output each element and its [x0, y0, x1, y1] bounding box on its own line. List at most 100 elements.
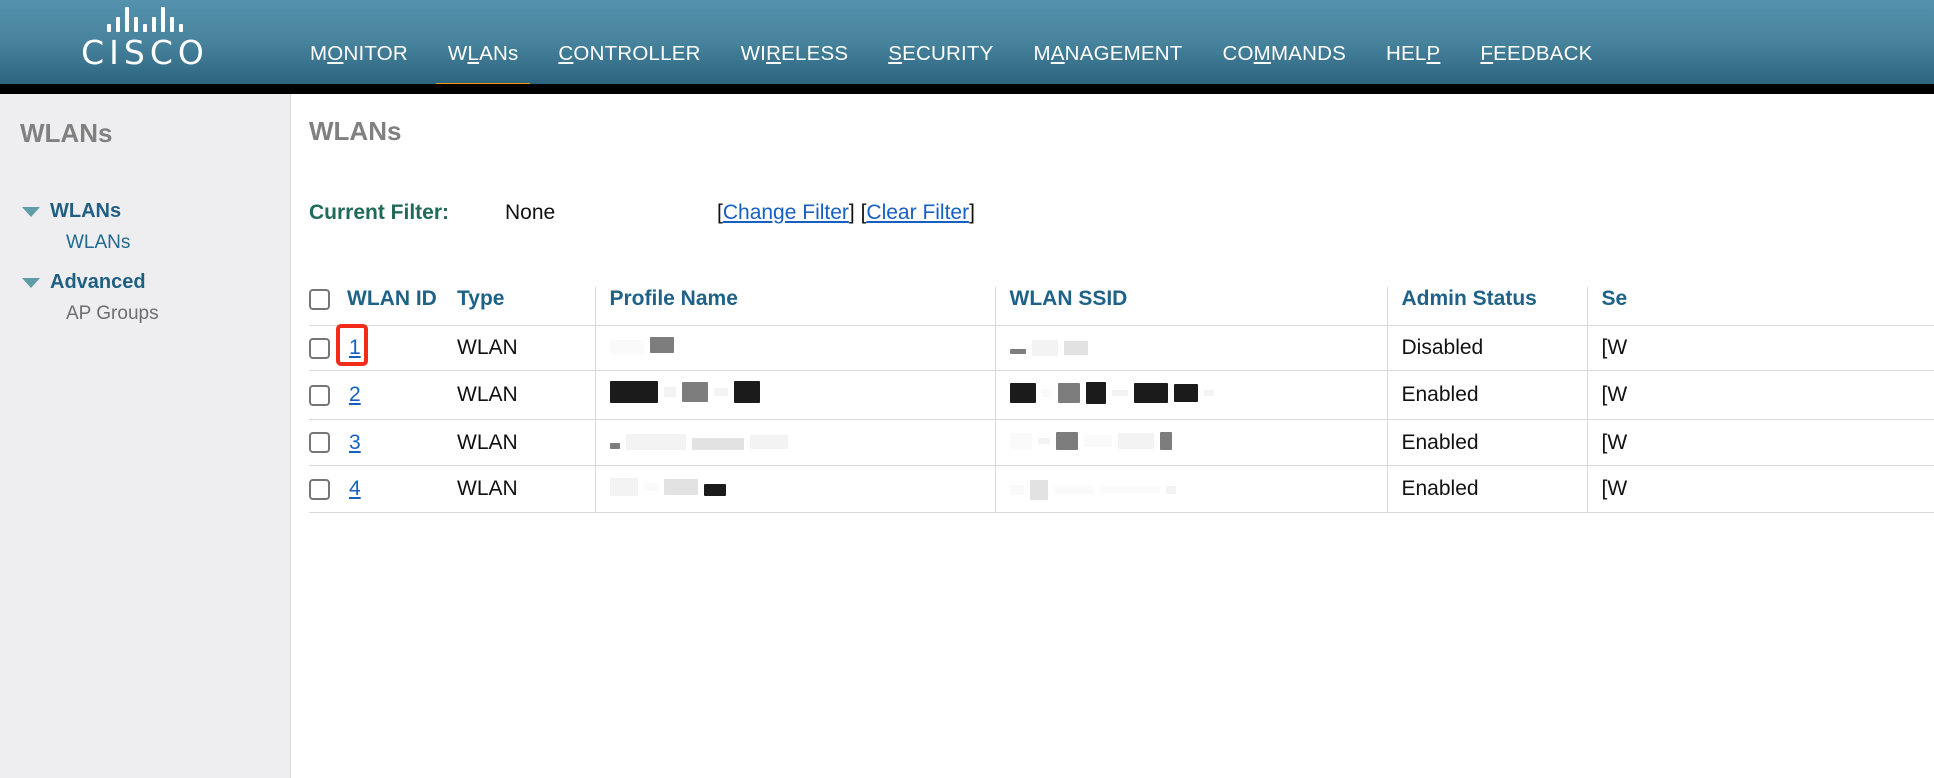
- sidebar-group-label: WLANs: [50, 200, 122, 222]
- main-navigation: MONITOR WLANs CONTROLLER WIRELESS SECURITY MA…: [290, 0, 1613, 84]
- current-filter-value: None: [505, 201, 556, 224]
- cell-security-policies: [W: [1586, 370, 1934, 420]
- page-body: WLANs WLANs WLANs Advanced AP Groups WLANs …: [0, 94, 1934, 778]
- cell-profile-name: [594, 419, 995, 466]
- column-header-admin-status[interactable]: Admin Status: [1387, 287, 1587, 326]
- cisco-bridge-icon: [107, 6, 183, 32]
- nav-item-controller[interactable]: CONTROLLER: [538, 42, 720, 84]
- sidebar-nav-list: WLANs WLANs Advanced AP Groups: [0, 195, 290, 329]
- sidebar-item-wlans[interactable]: WLANs: [0, 228, 290, 258]
- table-row: 1 WLAN Disabled [W: [309, 324, 1934, 371]
- row-checkbox[interactable]: [309, 384, 330, 406]
- wlan-id-link[interactable]: 4: [349, 477, 361, 500]
- nav-item-help[interactable]: HELP: [1366, 42, 1460, 84]
- cell-wlan-id: 2: [347, 370, 457, 420]
- sidebar-group-label: Advanced: [50, 271, 146, 293]
- cell-profile-name: [594, 465, 995, 513]
- sidebar-item-ap-groups[interactable]: AP Groups: [0, 299, 290, 329]
- column-header-type[interactable]: Type: [457, 287, 595, 326]
- row-checkbox[interactable]: [309, 337, 330, 359]
- select-all-header: [309, 287, 347, 326]
- redacted-value: [609, 336, 674, 358]
- table-row: 4 WLAN Enabled [W: [309, 465, 1934, 513]
- cell-admin-status: Disabled: [1386, 325, 1587, 371]
- row-checkbox[interactable]: [309, 478, 330, 500]
- cell-security-policies: [W: [1586, 419, 1934, 466]
- cisco-logo[interactable]: CISCO: [0, 0, 290, 69]
- wlan-id-highlight-annotation: 1: [336, 324, 368, 366]
- sidebar-group-header-advanced[interactable]: Advanced: [0, 266, 290, 299]
- content-area: WLANs Current Filter: None [Change Filte…: [291, 94, 1934, 778]
- wlan-id-link[interactable]: 3: [349, 431, 361, 454]
- cell-type: WLAN: [457, 370, 595, 420]
- row-select-cell: [309, 370, 347, 420]
- nav-item-wireless[interactable]: WIRELESS: [721, 42, 869, 84]
- column-header-profile-name[interactable]: Profile Name: [595, 287, 995, 326]
- table-row: 3 WLAN Enabled [W: [309, 419, 1934, 466]
- nav-item-wlans[interactable]: WLANs: [428, 42, 539, 84]
- cell-security-policies: [W: [1586, 325, 1934, 371]
- wlan-table: WLAN ID Type Profile Name WLAN SSID Admi…: [309, 287, 1934, 513]
- wlan-table-head: WLAN ID Type Profile Name WLAN SSID Admi…: [309, 287, 1934, 326]
- cell-wlan-ssid: [994, 370, 1387, 420]
- row-select-cell: [309, 419, 347, 466]
- header-divider: [0, 84, 1934, 94]
- nav-item-monitor[interactable]: MONITOR: [290, 42, 428, 84]
- cell-wlan-id: 4: [347, 465, 457, 513]
- nav-item-security[interactable]: SECURITY: [868, 42, 1013, 84]
- wlan-table-header-row: WLAN ID Type Profile Name WLAN SSID Admi…: [309, 287, 1934, 326]
- sidebar: WLANs WLANs WLANs Advanced AP Groups: [0, 94, 291, 778]
- cell-wlan-ssid: [994, 419, 1387, 466]
- wlan-id-wrapper: 2: [347, 383, 363, 407]
- cell-profile-name: [594, 325, 995, 371]
- nav-item-commands[interactable]: COMMANDS: [1203, 42, 1367, 84]
- redacted-value: [609, 476, 726, 498]
- cell-security-policies: [W: [1586, 465, 1934, 513]
- cell-admin-status: Enabled: [1386, 465, 1587, 513]
- caret-down-icon[interactable]: [22, 206, 40, 217]
- redacted-value: [609, 381, 760, 403]
- current-filter-label: Current Filter:: [309, 201, 450, 224]
- page-title: WLANs: [309, 116, 402, 146]
- redacted-value: [1009, 337, 1088, 359]
- cell-admin-status: Enabled: [1386, 370, 1587, 420]
- wlan-table-body: 1 WLAN Disabled [W 2 WLAN Enabled [W 3 WLAN Enable…: [309, 324, 1934, 513]
- wlan-id-wrapper: 3: [347, 431, 363, 455]
- current-filter-row: Current Filter: None [Change Filter] [Cl…: [309, 201, 1934, 225]
- redacted-value: [609, 431, 788, 453]
- cell-profile-name: [594, 370, 995, 420]
- sidebar-group-header-wlans[interactable]: WLANs: [0, 195, 290, 228]
- bracket-close: ]: [969, 201, 975, 224]
- column-header-wlan-id[interactable]: WLAN ID: [347, 287, 457, 326]
- column-header-wlan-ssid[interactable]: WLAN SSID: [995, 287, 1387, 326]
- row-select-cell: [309, 465, 347, 513]
- clear-filter-link[interactable]: Clear Filter: [866, 201, 969, 224]
- cell-wlan-id: 1: [336, 324, 457, 371]
- redacted-value: [1009, 381, 1214, 404]
- sidebar-group-wlans: WLANs WLANs: [0, 195, 290, 258]
- cell-wlan-ssid: [994, 325, 1387, 371]
- row-checkbox[interactable]: [309, 432, 330, 454]
- cell-type: WLAN: [457, 465, 595, 513]
- nav-item-feedback[interactable]: FEEDBACK: [1460, 42, 1612, 84]
- wlan-id-link[interactable]: 2: [349, 383, 361, 406]
- filter-actions: [Change Filter] [Clear Filter]: [717, 201, 975, 225]
- change-filter-link[interactable]: Change Filter: [723, 201, 849, 224]
- wlan-id-wrapper: 4: [347, 477, 363, 501]
- caret-down-icon[interactable]: [22, 277, 40, 288]
- cell-type: WLAN: [457, 325, 595, 371]
- column-header-security-policies[interactable]: Se: [1587, 287, 1934, 326]
- row-select-cell: [309, 325, 347, 371]
- sidebar-group-advanced: Advanced AP Groups: [0, 266, 290, 329]
- cell-admin-status: Enabled: [1386, 419, 1587, 466]
- cell-wlan-id: 3: [347, 419, 457, 466]
- wlan-id-link[interactable]: 1: [349, 336, 361, 359]
- select-all-checkbox[interactable]: [309, 288, 330, 310]
- nav-item-management[interactable]: MANAGEMENT: [1014, 42, 1203, 84]
- top-header-bar: CISCO MONITOR WLANs CONTROLLER WIRELESS SECU…: [0, 0, 1934, 84]
- bracket-mid: ] [: [848, 201, 867, 224]
- redacted-value: [1009, 479, 1176, 501]
- redacted-value: [1009, 430, 1172, 452]
- cell-type: WLAN: [457, 419, 595, 466]
- cisco-wordmark: CISCO: [81, 33, 209, 72]
